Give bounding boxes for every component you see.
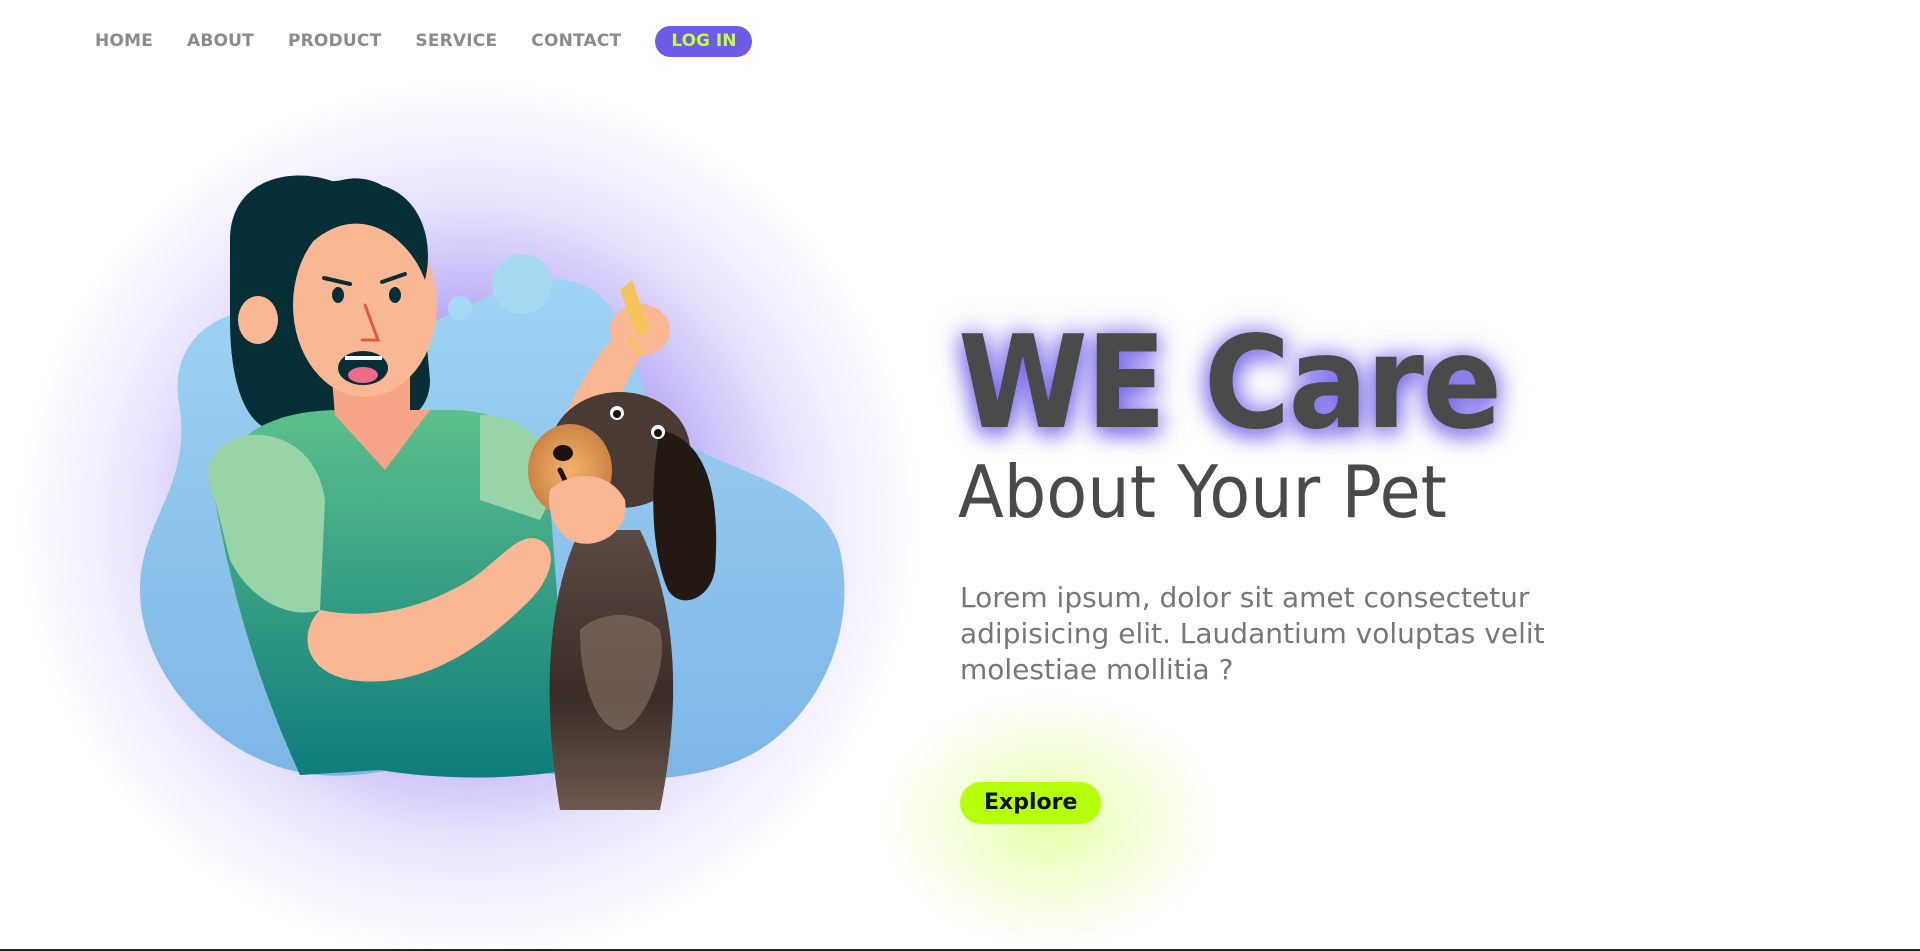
nav-link-about[interactable]: ABOUT: [187, 22, 254, 60]
nav-link-contact[interactable]: CONTACT: [531, 22, 621, 60]
dog-nose: [553, 445, 573, 461]
explore-wrapper: Explore: [960, 782, 1102, 824]
explore-button[interactable]: Explore: [960, 782, 1102, 824]
dog-pupil-right: [654, 429, 662, 437]
bubble-small: [448, 296, 472, 320]
nav-link-service[interactable]: SERVICE: [415, 22, 497, 60]
hero-section: WE Care About Your Pet Lorem ipsum, dolo…: [958, 320, 1600, 688]
nav-link-home[interactable]: HOME: [95, 22, 153, 60]
woman-eye-left: [332, 287, 344, 303]
dog-pupil-left: [613, 410, 621, 418]
hero-title: WE Care: [958, 309, 1502, 458]
bubble-large: [492, 254, 552, 314]
nav-link-product[interactable]: PRODUCT: [288, 22, 381, 60]
login-button[interactable]: LOG IN: [655, 25, 753, 57]
woman-eye-right: [389, 287, 401, 303]
woman-tongue: [348, 367, 378, 383]
woman-ear: [238, 296, 278, 344]
landing-page: HOME ABOUT PRODUCT SERVICE CONTACT LOG I…: [0, 0, 1920, 951]
top-nav: HOME ABOUT PRODUCT SERVICE CONTACT LOG I…: [95, 22, 753, 60]
woman-giving-dog-eye-drops-illustration: [140, 175, 845, 810]
hero-description: Lorem ipsum, dolor sit amet consectetur …: [960, 581, 1545, 686]
hero-subtitle: About Your Pet: [958, 450, 1447, 534]
